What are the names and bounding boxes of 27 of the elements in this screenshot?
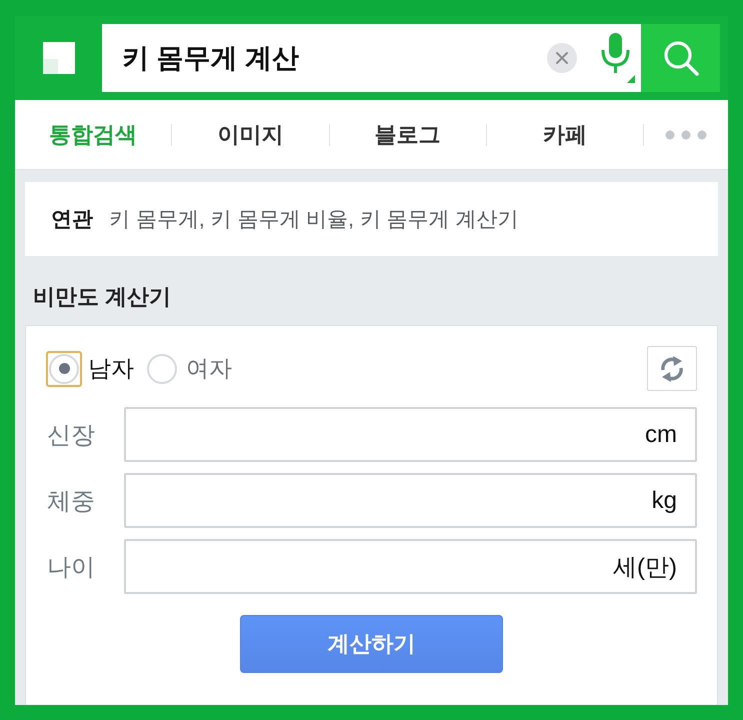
field-label: 체중 xyxy=(46,486,96,516)
gender-option[interactable]: 여자 xyxy=(144,350,232,386)
unit-label: cm xyxy=(645,420,677,448)
section-title: 비만도 계산기 xyxy=(32,283,172,311)
radio-button[interactable] xyxy=(46,350,82,386)
tab[interactable]: 카페 xyxy=(486,100,643,169)
input-field[interactable]: cm xyxy=(124,407,697,462)
related-terms[interactable]: 키 몸무게, 키 몸무게 비율, 키 몸무게 계산기 xyxy=(109,205,519,233)
field-label: 신장 xyxy=(46,420,96,450)
tab[interactable]: 이미지 xyxy=(172,100,328,169)
input-field[interactable]: 세(만) xyxy=(124,539,697,594)
clear-icon[interactable] xyxy=(547,43,577,73)
search-field[interactable]: 키 몸무게 계산 xyxy=(102,24,641,92)
field-label: 나이 xyxy=(46,552,96,582)
more-icon xyxy=(665,130,707,140)
search-icon xyxy=(662,40,698,76)
search-input[interactable]: 키 몸무게 계산 xyxy=(122,38,547,78)
microphone-icon[interactable] xyxy=(599,33,635,83)
gender-option[interactable]: 남자 xyxy=(46,350,134,386)
unit-label: kg xyxy=(652,486,677,514)
tab[interactable]: 블로그 xyxy=(330,100,486,169)
reset-button[interactable] xyxy=(647,346,697,391)
search-button[interactable] xyxy=(641,24,720,92)
related-label: 연관 xyxy=(51,207,93,233)
unit-label: 세(만) xyxy=(613,552,677,582)
refresh-icon xyxy=(659,354,685,382)
input-field[interactable]: kg xyxy=(124,473,697,528)
